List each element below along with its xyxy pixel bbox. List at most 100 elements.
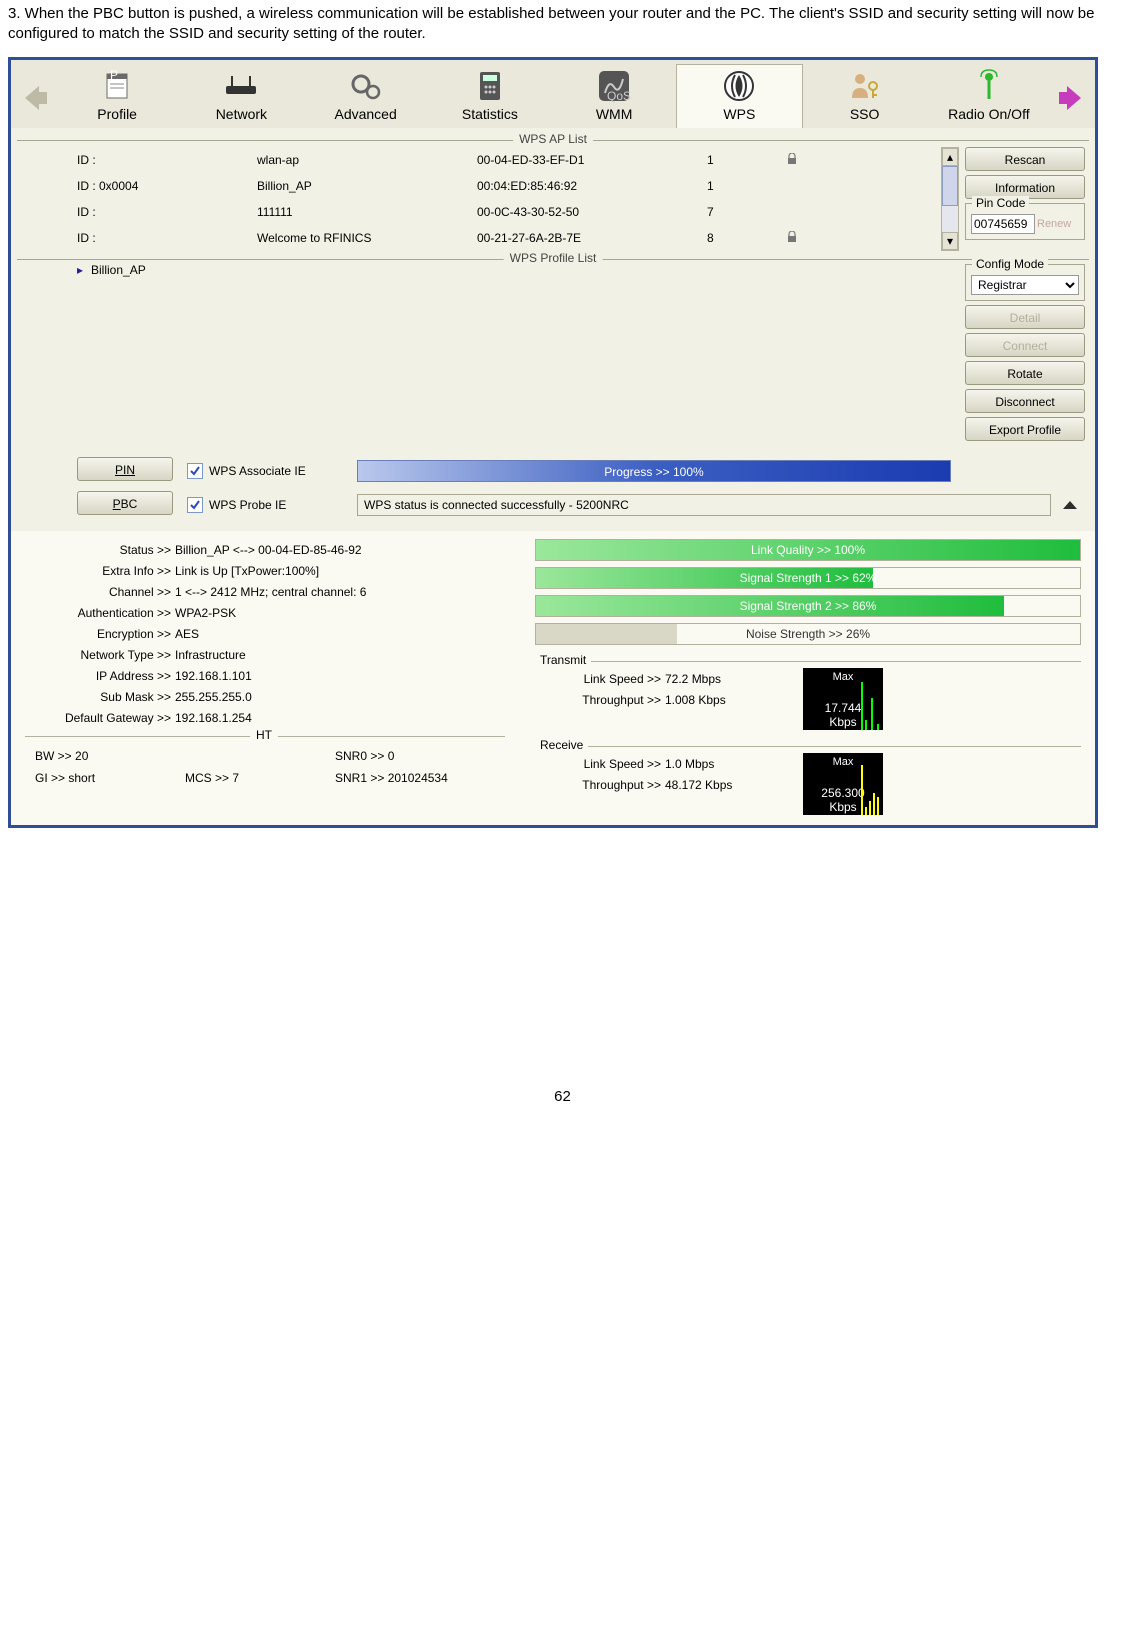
value: Infrastructure <box>175 648 505 662</box>
group-label: WPS Profile List <box>504 251 603 265</box>
transmit-graph: Max 17.744Kbps <box>803 668 883 730</box>
ap-mac: 00-04-ED-33-EF-D1 <box>477 153 707 167</box>
export-profile-button[interactable]: Export Profile <box>965 417 1085 441</box>
profile-list[interactable]: ▸ Billion_AP <box>77 260 959 410</box>
value: 255.255.255.0 <box>175 690 505 704</box>
scroll-up-icon[interactable]: ▴ <box>942 148 958 166</box>
tab-sso[interactable]: SSO <box>803 65 927 128</box>
toolbar: P Profile Network Advanced Statistics Qo… <box>11 60 1095 128</box>
tab-radio[interactable]: Radio On/Off <box>927 65 1051 128</box>
app-window: P Profile Network Advanced Statistics Qo… <box>8 57 1098 828</box>
label: Sub Mask >> <box>25 690 175 704</box>
wps-icon <box>679 69 799 103</box>
lock-icon <box>777 153 807 168</box>
scroll-thumb[interactable] <box>942 166 958 206</box>
value: 192.168.1.101 <box>175 669 505 683</box>
label: Network Type >> <box>25 648 175 662</box>
ap-list-group: WPS AP List ID : wlan-ap 00-04-ED-33-EF-… <box>17 140 1089 253</box>
info-right: Link Quality >> 100% Signal Strength 1 >… <box>535 539 1081 815</box>
info-left: Status >>Billion_AP <--> 00-04-ED-85-46-… <box>25 539 505 815</box>
nav-prev-icon[interactable] <box>19 82 51 114</box>
pin-code-input[interactable] <box>971 214 1035 234</box>
lower-controls: PIN WPS Associate IE Progress >> 100% <box>17 451 1089 491</box>
tab-label: Network <box>181 106 301 122</box>
page-number: 62 <box>0 1088 1125 1135</box>
label: Authentication >> <box>25 606 175 620</box>
ap-row[interactable]: ID : 0x0004 Billion_AP 00:04:ED:85:46:92… <box>77 173 941 199</box>
tab-label: SSO <box>805 106 925 122</box>
wps-probe-checkbox[interactable]: WPS Probe IE <box>187 497 357 513</box>
collapse-up-icon[interactable] <box>1059 494 1081 516</box>
label: Link Speed >> <box>535 757 665 771</box>
ap-id: ID : 0x0004 <box>77 179 257 193</box>
disconnect-button[interactable]: Disconnect <box>965 389 1085 413</box>
value: Link is Up [TxPower:100%] <box>175 564 505 578</box>
signal-strength-2-bar: Signal Strength 2 >> 86% <box>535 595 1081 617</box>
checkbox-checked-icon <box>187 463 203 479</box>
instruction-text: 3. When the PBC button is pushed, a wire… <box>0 0 1125 47</box>
ap-row[interactable]: ID : wlan-ap 00-04-ED-33-EF-D1 1 <box>77 147 941 173</box>
label: Default Gateway >> <box>25 711 175 725</box>
tab-label: Advanced <box>306 106 426 122</box>
ap-channel: 1 <box>707 153 777 167</box>
value: WPA2-PSK <box>175 606 505 620</box>
scroll-down-icon[interactable]: ▾ <box>942 232 958 250</box>
bar-text: Link Quality >> 100% <box>536 540 1080 560</box>
label: Status >> <box>25 543 175 557</box>
config-mode-group: Config Mode Registrar <box>965 264 1085 301</box>
nav-next-icon[interactable] <box>1055 82 1087 114</box>
ap-id: ID : <box>77 153 257 167</box>
ap-table: ID : wlan-ap 00-04-ED-33-EF-D1 1 ID : 0x… <box>77 147 941 251</box>
tab-wmm[interactable]: QoS WMM <box>552 65 676 128</box>
tab-advanced[interactable]: Advanced <box>304 65 428 128</box>
label: MCS >> <box>185 771 229 785</box>
calculator-icon <box>430 69 550 103</box>
ap-id: ID : <box>77 205 257 219</box>
wps-associate-checkbox[interactable]: WPS Associate IE <box>187 463 357 479</box>
rotate-button[interactable]: Rotate <box>965 361 1085 385</box>
ap-channel: 7 <box>707 205 777 219</box>
label: SNR0 >> <box>335 749 384 763</box>
pbc-button[interactable]: PBC <box>77 491 173 515</box>
value: 1.008 Kbps <box>665 693 795 707</box>
value: 7 <box>232 771 239 785</box>
rescan-button[interactable]: Rescan <box>965 147 1085 171</box>
ap-row[interactable]: ID : 111111 00-0C-43-30-52-50 7 <box>77 199 941 225</box>
ap-scrollbar[interactable]: ▴ ▾ <box>941 147 959 251</box>
bar-text: Signal Strength 1 >> 62% <box>536 568 1080 588</box>
ap-mac: 00-0C-43-30-52-50 <box>477 205 707 219</box>
label: BW >> <box>35 749 72 763</box>
tab-wps[interactable]: WPS <box>676 64 802 128</box>
ap-mac: 00-21-27-6A-2B-7E <box>477 231 707 245</box>
ap-row[interactable]: ID : Welcome to RFINICS 00-21-27-6A-2B-7… <box>77 225 941 251</box>
transmit-group: Transmit Link Speed >>72.2 Mbps Throughp… <box>535 661 1081 730</box>
progress-bar: Progress >> 100% <box>357 460 951 482</box>
renew-link[interactable]: Renew <box>1037 218 1071 230</box>
label: SNR1 >> <box>335 771 384 785</box>
profile-side-panel: Config Mode Registrar Detail Connect Rot… <box>965 260 1085 445</box>
user-key-icon <box>805 69 925 103</box>
checkbox-label: WPS Probe IE <box>209 498 286 512</box>
tab-profile[interactable]: P Profile <box>55 65 179 128</box>
label: Throughput >> <box>535 778 665 792</box>
value: 17.744 <box>825 701 862 715</box>
receive-graph: Max 256.300Kbps <box>803 753 883 815</box>
label: Channel >> <box>25 585 175 599</box>
group-label: Transmit <box>535 653 591 667</box>
group-label: Config Mode <box>972 257 1048 271</box>
value: 201024534 <box>388 771 448 785</box>
pin-button[interactable]: PIN <box>77 457 173 481</box>
value: 72.2 Mbps <box>665 672 795 686</box>
ap-id: ID : <box>77 231 257 245</box>
profile-name: Billion_AP <box>91 263 146 277</box>
config-mode-select[interactable]: Registrar <box>971 275 1079 295</box>
group-label: Receive <box>535 738 588 752</box>
ap-channel: 8 <box>707 231 777 245</box>
antenna-icon <box>929 69 1049 103</box>
value: 1 <--> 2412 MHz; central channel: 6 <box>175 585 505 599</box>
tab-network[interactable]: Network <box>179 65 303 128</box>
ap-channel: 1 <box>707 179 777 193</box>
group-label: Pin Code <box>972 196 1029 210</box>
tab-statistics[interactable]: Statistics <box>428 65 552 128</box>
ap-ssid: wlan-ap <box>257 153 477 167</box>
